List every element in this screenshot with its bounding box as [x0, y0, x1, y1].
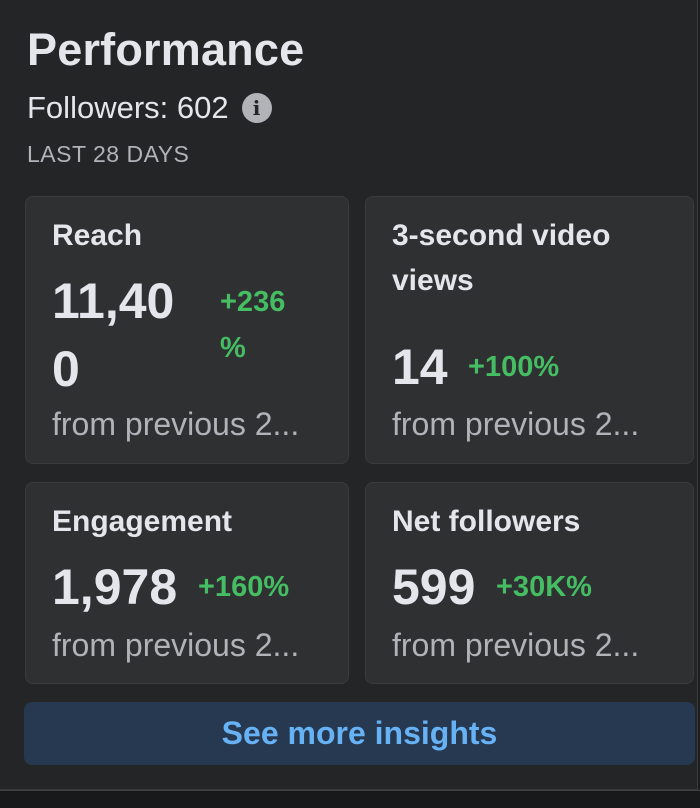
- followers-row: Followers: 602 i: [27, 88, 272, 128]
- reach-change-line1: +236: [220, 286, 286, 318]
- page-title: Performance: [27, 24, 305, 75]
- bottom-divider: [0, 790, 700, 808]
- reach-change-line2: %: [220, 332, 246, 364]
- reach-card[interactable]: Reach 11,40 0 +236 % from previous 2...: [25, 196, 349, 464]
- video-views-label-line1: 3-second video: [392, 219, 611, 252]
- video-views-value: 14: [392, 339, 448, 395]
- video-views-card[interactable]: 3-second video views 14 +100% from previ…: [365, 196, 694, 464]
- reach-value-line1: 11,40: [52, 273, 175, 329]
- engagement-change: +160%: [198, 571, 290, 603]
- engagement-comparison: from previous 2...: [52, 627, 300, 663]
- period-label: LAST 28 DAYS: [27, 141, 190, 167]
- engagement-card[interactable]: Engagement 1,978 +160% from previous 2..…: [25, 482, 349, 684]
- info-icon[interactable]: i: [241, 93, 272, 123]
- net-followers-comparison: from previous 2...: [392, 627, 640, 663]
- net-followers-change: +30K%: [496, 571, 592, 603]
- engagement-value: 1,978: [52, 559, 178, 615]
- engagement-label: Engagement: [52, 505, 233, 538]
- net-followers-value: 599: [392, 559, 476, 615]
- performance-panel: Performance Followers: 602 i LAST 28 DAY…: [0, 0, 698, 790]
- reach-value-line2: 0: [52, 341, 80, 397]
- reach-label: Reach: [52, 219, 143, 252]
- net-followers-card[interactable]: Net followers 599 +30K% from previous 2.…: [365, 482, 694, 684]
- see-more-insights-button[interactable]: See more insights: [24, 702, 695, 765]
- video-views-change: +100%: [468, 351, 560, 383]
- net-followers-label: Net followers: [392, 505, 581, 538]
- video-views-comparison: from previous 2...: [392, 406, 640, 442]
- followers-count: Followers: 602: [27, 90, 229, 125]
- reach-comparison: from previous 2...: [52, 406, 300, 442]
- video-views-label-line2: views: [392, 264, 474, 297]
